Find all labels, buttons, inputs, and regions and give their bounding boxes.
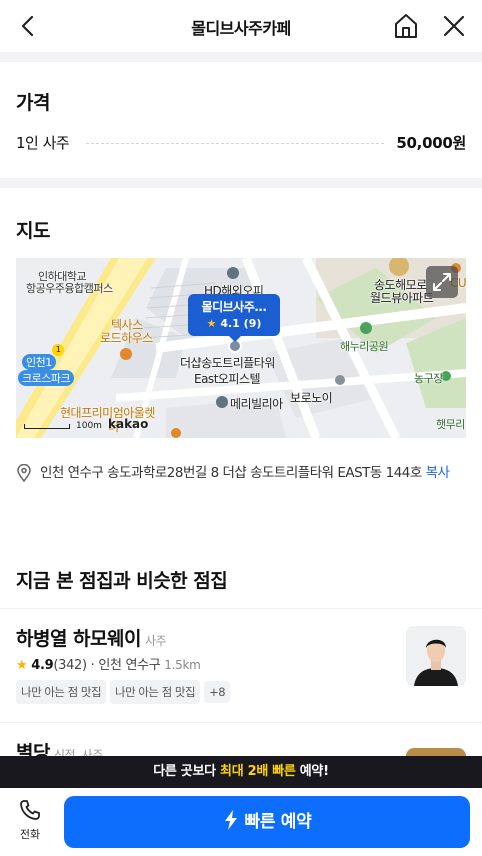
divider <box>0 722 482 723</box>
shop-tag-more: +8 <box>204 681 231 703</box>
map-label-line1: 1 <box>52 344 64 356</box>
section-divider <box>0 52 482 62</box>
shop-thumbnail <box>406 626 466 686</box>
shop-meta: ★ 4.9(342) · 인천 연수구 1.5km <box>16 658 201 673</box>
home-icon[interactable] <box>392 11 420 41</box>
quick-booking-button[interactable]: 빠른 예약 <box>64 796 470 848</box>
person-photo <box>406 626 466 686</box>
star-icon: ★ <box>206 317 217 330</box>
map-pin-rating: ★ 4.1 (9) <box>206 317 262 330</box>
call-label: 전화 <box>19 828 41 841</box>
shop-location: 인천 연수구 <box>98 658 161 673</box>
map-label-haenuri-park: 해누리공원 <box>340 340 389 353</box>
price-label: 1인 사주 <box>16 134 70 152</box>
price-value: 50,000원 <box>396 134 466 152</box>
quick-booking-label: 빠른 예약 <box>244 812 312 832</box>
expand-map-button[interactable] <box>426 266 458 298</box>
similar-shops-title: 지금 본 점집과 비슷한 점집 <box>16 570 228 592</box>
shop-rating: 4.9 <box>31 658 54 673</box>
shop-name: 하병열 하모웨이 사주 <box>16 628 167 650</box>
address-text: 인천 연수구 송도과학로28번길 8 더샵 송도트리플타워 EAST동 144호 <box>40 465 422 481</box>
price-section-title: 가격 <box>16 92 50 114</box>
lightning-icon <box>224 810 237 830</box>
map-label-roadhouse: 로드하우스 <box>100 331 153 345</box>
map-pin-name: 몰디브사주... <box>201 300 267 314</box>
shop-tag: 나만 아는 점 맛집 <box>16 680 107 704</box>
shop-tag: 나만 아는 점 맛집 <box>110 680 201 704</box>
kakao-logo: kakao <box>108 417 149 431</box>
location-map[interactable]: 인하대학교 항공우주융합캠퍼스 HD해외오피 송도해모로 월드뷰아파트 CU 텍… <box>16 258 466 438</box>
map-label-incheon1: 인천1 <box>22 354 56 370</box>
shop-category: 사주 <box>144 634 167 648</box>
call-button[interactable]: 전화 <box>10 798 50 846</box>
section-divider <box>0 178 482 188</box>
map-section-title: 지도 <box>16 220 50 242</box>
map-label-inha-campus: 항공우주융합캠퍼스 <box>26 282 113 295</box>
shop-tags: 나만 아는 점 맛집 나만 아는 점 맛집 +8 <box>16 680 234 704</box>
top-bar: 몰디브사주카페 <box>0 0 482 52</box>
phone-icon <box>20 800 40 820</box>
map-pin-pointer <box>229 336 241 342</box>
shop-distance: 1.5km <box>164 658 201 672</box>
price-leader-dots <box>86 143 384 144</box>
promo-highlight: 최대 2배 빠른 <box>220 764 296 779</box>
bottom-action-bar: 전화 빠른 예약 <box>0 788 482 856</box>
scale-bar <box>24 424 70 429</box>
similar-shop-card[interactable]: 하병열 하모웨이 사주 ★ 4.9(342) · 인천 연수구 1.5km 나만 … <box>16 624 466 714</box>
shop-review-count: (342) <box>53 658 87 673</box>
location-pin-icon <box>17 464 31 482</box>
map-label-worldview: 월드뷰아파트 <box>370 291 434 305</box>
map-label-building: 더샵송도트리플타워 <box>180 356 275 370</box>
scale-label: 100m <box>76 421 102 431</box>
expand-icon <box>433 273 451 291</box>
map-label-merrybelly: 메리빌리아 <box>230 397 283 411</box>
map-label-basketball: 농구장 <box>414 372 443 385</box>
close-icon[interactable] <box>440 12 468 40</box>
copy-address-link[interactable]: 복사 <box>426 465 450 481</box>
map-pin-card[interactable]: 몰디브사주... ★ 4.1 (9) <box>188 294 280 336</box>
price-row: 1인 사주 50,000원 <box>16 132 466 154</box>
similar-shop-card[interactable]: 별당 신점, 사주 <box>16 738 466 808</box>
star-icon: ★ <box>16 658 28 673</box>
map-label-east-officetel: East오피스텔 <box>194 372 261 386</box>
map-label-boronoi: 보로노이 <box>290 391 333 405</box>
map-label-haetmuri: 햇무리 <box>436 418 465 431</box>
promo-banner: 다른 곳보다 최대 2배 빠른 예약! <box>0 756 482 788</box>
map-label-crosspark: 크로스파크 <box>18 370 75 386</box>
divider <box>0 608 482 609</box>
